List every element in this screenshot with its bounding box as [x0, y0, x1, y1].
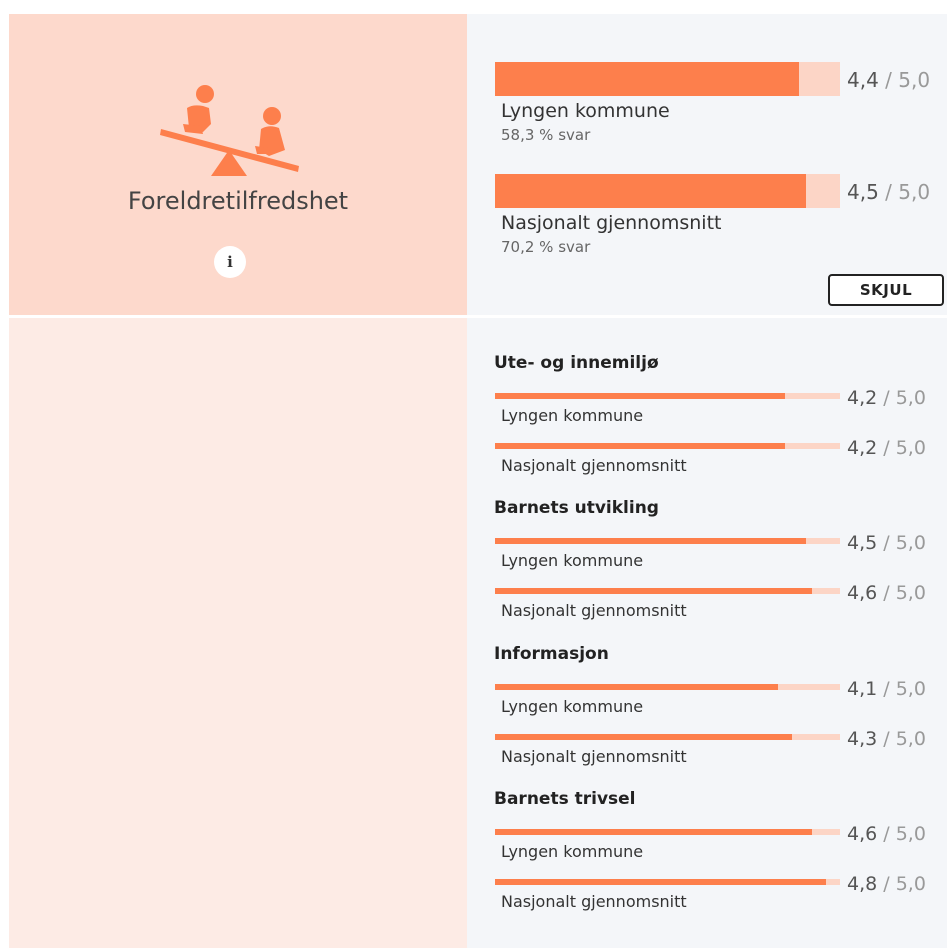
score-bar-fill — [495, 62, 799, 96]
score-value: 4,6 / 5,0 — [847, 823, 926, 845]
score-bar-fill — [495, 684, 778, 690]
score-value: 4,5 / 5,0 — [847, 180, 931, 204]
row-label: Lyngen kommune — [501, 551, 644, 570]
score-bar-track — [495, 588, 840, 594]
category-title: Barnets trivsel — [494, 789, 636, 809]
score-bar-track — [495, 393, 840, 399]
row-label: Lyngen kommune — [501, 842, 644, 861]
row-label: Nasjonalt gjennomsnitt — [501, 456, 687, 475]
panel-title: Foreldretilfredshet — [127, 187, 349, 215]
score-bar-fill — [495, 174, 806, 208]
row-label: Nasjonalt gjennomsnitt — [501, 747, 687, 766]
response-rate: 58,3 % svar — [501, 126, 591, 144]
row-label: Nasjonalt gjennomsnitt — [501, 601, 687, 620]
score-bar-track — [495, 538, 840, 544]
score-value: 4,5 / 5,0 — [847, 532, 926, 554]
info-icon[interactable]: i — [214, 246, 246, 278]
row-label: Lyngen kommune — [501, 100, 670, 122]
score-value: 4,1 / 5,0 — [847, 678, 926, 700]
score-value: 4,2 / 5,0 — [847, 437, 926, 459]
summary-panel: Foreldretilfredshet i — [9, 14, 467, 315]
row-label: Nasjonalt gjennomsnitt — [501, 892, 687, 911]
score-value: 4,3 / 5,0 — [847, 728, 926, 750]
category-title: Informasjon — [494, 644, 609, 664]
score-bar-fill — [495, 829, 813, 835]
response-rate: 70,2 % svar — [501, 238, 591, 256]
score-bar-fill — [495, 879, 827, 885]
hide-button[interactable]: SKJUL — [828, 274, 944, 306]
score-value: 4,8 / 5,0 — [847, 873, 926, 895]
score-bar-track — [495, 174, 840, 208]
score-bar-track — [495, 62, 840, 96]
score-bar-fill — [495, 393, 785, 399]
score-bar-track — [495, 829, 840, 835]
score-bar-fill — [495, 734, 792, 740]
details-spacer — [9, 318, 467, 948]
score-bar-track — [495, 734, 840, 740]
score-bar-track — [495, 879, 840, 885]
score-bar-track — [495, 443, 840, 449]
summary-results — [467, 14, 947, 315]
category-title: Barnets utvikling — [494, 498, 659, 518]
score-bar-track — [495, 684, 840, 690]
category-title: Ute- og innemiljø — [494, 353, 659, 373]
row-label: Nasjonalt gjennomsnitt — [501, 212, 722, 234]
score-value: 4,6 / 5,0 — [847, 582, 926, 604]
score-value: 4,2 / 5,0 — [847, 387, 926, 409]
row-label: Lyngen kommune — [501, 697, 644, 716]
score-value: 4,4 / 5,0 — [847, 68, 931, 92]
score-bar-fill — [495, 588, 813, 594]
row-label: Lyngen kommune — [501, 406, 644, 425]
score-bar-fill — [495, 538, 806, 544]
score-bar-fill — [495, 443, 785, 449]
seesaw-icon — [160, 85, 299, 176]
